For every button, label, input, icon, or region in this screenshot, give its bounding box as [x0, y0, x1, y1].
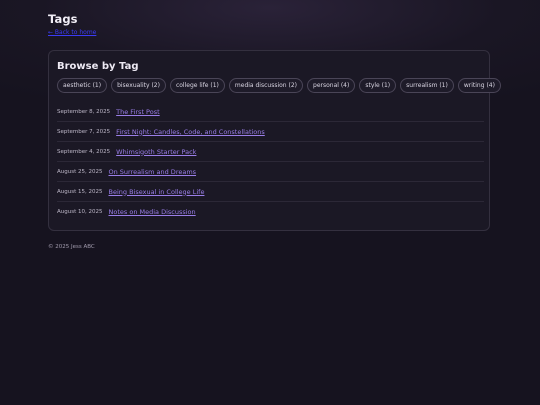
post-row: September 8, 2025 The First Post: [57, 102, 484, 122]
tag-chip-style[interactable]: style (1): [359, 78, 397, 93]
post-date: September 8, 2025: [57, 108, 111, 115]
footer-copyright: © 2025 Jess ABC: [48, 244, 95, 250]
browse-by-tag-heading: Browse by Tag: [57, 61, 139, 72]
post-date: August 25, 2025: [57, 168, 103, 175]
tag-chip-college-life[interactable]: college life (1): [169, 78, 225, 93]
post-list: September 8, 2025 The First Post Septemb…: [57, 102, 484, 222]
post-row: September 7, 2025 First Night: Candles, …: [57, 122, 484, 142]
post-row: August 15, 2025 Being Bisexual in Colleg…: [57, 182, 484, 202]
tag-chip-surrealism[interactable]: surrealism (1): [400, 78, 454, 93]
post-title-link[interactable]: First Night: Candles, Code, and Constell…: [116, 128, 265, 136]
post-title-link[interactable]: On Surrealism and Dreams: [109, 168, 197, 176]
browse-by-tag-card: Browse by Tag aesthetic (1) bisexuality …: [48, 50, 501, 231]
post-date: August 15, 2025: [57, 188, 103, 195]
post-row: September 4, 2025 Whimsigoth Starter Pac…: [57, 142, 484, 162]
post-title-link[interactable]: Whimsigoth Starter Pack: [116, 148, 196, 156]
tag-chip-list: aesthetic (1) bisexuality (2) college li…: [57, 78, 501, 93]
post-row: August 25, 2025 On Surrealism and Dreams: [57, 162, 484, 182]
post-title-link[interactable]: Notes on Media Discussion: [109, 208, 196, 216]
post-date: September 7, 2025: [57, 128, 111, 135]
post-title-link[interactable]: The First Post: [116, 108, 160, 116]
post-title-link[interactable]: Being Bisexual in College Life: [109, 188, 205, 196]
back-home-link[interactable]: ← Back to home: [48, 29, 96, 36]
post-date: September 4, 2025: [57, 148, 111, 155]
tag-chip-writing[interactable]: writing (4): [457, 78, 501, 93]
page-title: Tags: [48, 12, 78, 26]
tag-chip-personal[interactable]: personal (4): [307, 78, 356, 93]
tag-chip-aesthetic[interactable]: aesthetic (1): [57, 78, 108, 93]
post-row: August 10, 2025 Notes on Media Discussio…: [57, 202, 484, 222]
post-date: August 10, 2025: [57, 209, 103, 215]
tag-chip-bisexuality[interactable]: bisexuality (2): [111, 78, 166, 93]
tag-chip-media-discussion[interactable]: media discussion (2): [228, 78, 304, 93]
